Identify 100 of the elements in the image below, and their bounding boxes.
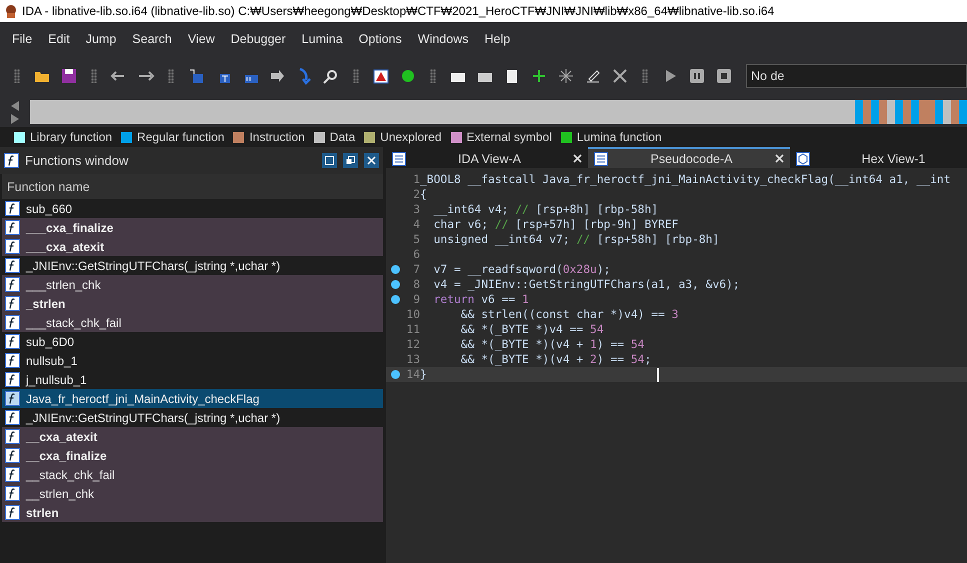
line-number: 8 [412,278,420,291]
close-button[interactable] [364,153,379,168]
function-icon [5,410,20,425]
code-line: _BOOL8 __fastcall Java_fr_heroctf_jni_MainActivity_checkFlag(__int64 a1, __int [420,173,951,186]
function-name: __cxa_finalize [26,448,107,462]
menu-item[interactable]: Jump [78,32,124,46]
function-icon [5,239,20,254]
code-line: unsigned __int64 v7; // [rsp+58h] [rbp-8h] [432,233,720,246]
menu-item[interactable]: Debugger [222,32,294,46]
line-number: 13 [405,353,420,366]
document-icon [392,152,406,166]
line-number: 14 [405,368,420,381]
menu-item[interactable]: Search [124,32,180,46]
function-row[interactable]: ___cxa_atexit [2,237,383,256]
function-name: __strlen_chk [26,486,94,500]
legend-label: External symbol [466,130,552,144]
menu-item[interactable]: File [4,32,40,46]
line-number: 10 [405,308,420,321]
function-icon [5,315,20,330]
legend-label: Regular function [137,130,224,144]
function-icon [5,486,20,501]
hexagon-icon [796,152,810,166]
code-line: __int64 v4; // [rsp+8h] [rbp-58h] [432,203,658,216]
column-header[interactable]: Function name [2,174,383,199]
function-name: ___cxa_atexit [26,240,104,254]
function-icon [5,334,20,349]
function-row[interactable]: __strlen_chk [2,484,383,503]
function-icon [5,258,20,273]
line-number: 4 [412,218,420,231]
maximize-button[interactable] [322,153,337,168]
menu-item[interactable]: View [180,32,223,46]
function-icon [5,296,20,311]
function-name: ___stack_chk_fail [26,316,122,330]
function-name: ___strlen_chk [26,278,101,292]
left-triangle-icon[interactable] [11,100,19,110]
legend-label: Lumina function [576,130,662,144]
function-row[interactable]: ___strlen_chk [2,275,383,294]
code-line: && *(_BYTE *)(v4 + 1) == 54 [460,338,644,351]
app-logo-icon [4,4,18,18]
close-icon[interactable] [573,154,582,163]
function-icon [5,372,20,387]
function-name: Java_fr_heroctf_jni_MainActivity_checkFlag [26,392,260,406]
function-name: ___cxa_finalize [26,220,114,234]
document-icon [594,152,608,166]
function-name: _strlen [26,296,66,310]
function-name: strlen [26,506,59,520]
view-tab[interactable]: Pseudocode-A [588,147,790,168]
close-icon[interactable] [775,154,784,163]
menu-item[interactable]: Edit [40,32,78,46]
function-icon [5,220,20,235]
line-number: 2 [412,188,420,201]
code-line: char v6; // [rsp+57h] [rbp-9h] BYREF [432,218,678,231]
function-row[interactable]: Java_fr_heroctf_jni_MainActivity_checkFlag [2,389,383,408]
legend-label: Instruction [249,130,305,144]
restore-icon [346,156,355,165]
line-number: 6 [412,248,420,261]
function-row[interactable]: __stack_chk_fail [2,465,383,484]
line-number: 12 [405,338,420,351]
function-name: __stack_chk_fail [26,468,115,482]
menu-item[interactable]: Lumina [294,32,351,46]
function-icon [5,277,20,292]
function-name: _JNIEnv::GetStringUTFChars(_jstring *,uchar *) [26,258,280,272]
function-icon [5,201,20,216]
function-icon [4,153,19,168]
function-icon [5,391,20,406]
menu-item[interactable]: Help [476,32,518,46]
legend-label: Data [330,130,356,144]
legend-label: Unexplored [380,130,442,144]
function-name: __cxa_atexit [26,430,98,444]
menu-item[interactable]: Options [350,32,410,46]
function-name: j_nullsub_1 [26,372,87,386]
menu-item[interactable]: Windows [410,32,476,46]
function-row[interactable]: _strlen [2,294,383,313]
line-number: 11 [405,323,420,336]
code-line: v4 = _JNIEnv::GetStringUTFChars(a1, a3, &v6); [432,278,740,291]
function-icon [5,448,20,463]
function-row[interactable]: strlen [2,503,383,522]
function-row[interactable]: __cxa_finalize [2,446,383,465]
code-line: } [420,368,427,381]
text-cursor [656,368,659,382]
legend-label: Library function [30,130,112,144]
float-button[interactable] [343,153,358,168]
line-number: 5 [412,233,420,246]
right-triangle-icon[interactable] [11,114,19,124]
function-icon [5,467,20,482]
function-row[interactable]: ___stack_chk_fail [2,313,383,332]
line-number: 7 [412,263,420,276]
line-number: 1 [412,173,420,186]
function-name: _JNIEnv::GetStringUTFChars(_jstring *,uchar *) [26,410,280,424]
close-icon [367,156,376,165]
debugger-select[interactable]: No de [746,64,967,88]
function-row[interactable]: __cxa_atexit [2,427,383,446]
code-line: return v6 == 1 [432,293,529,306]
function-row[interactable]: ___cxa_finalize [2,218,383,237]
code-line: && strlen((const char *)v4) == 3 [460,308,678,321]
code-line: v7 = __readfsqword(0x28u); [432,263,610,276]
panel-title: Functions window [25,153,130,168]
function-icon [5,505,20,520]
function-icon [5,429,20,444]
code-line: && *(_BYTE *)(v4 + 2) == 54; [460,353,652,366]
